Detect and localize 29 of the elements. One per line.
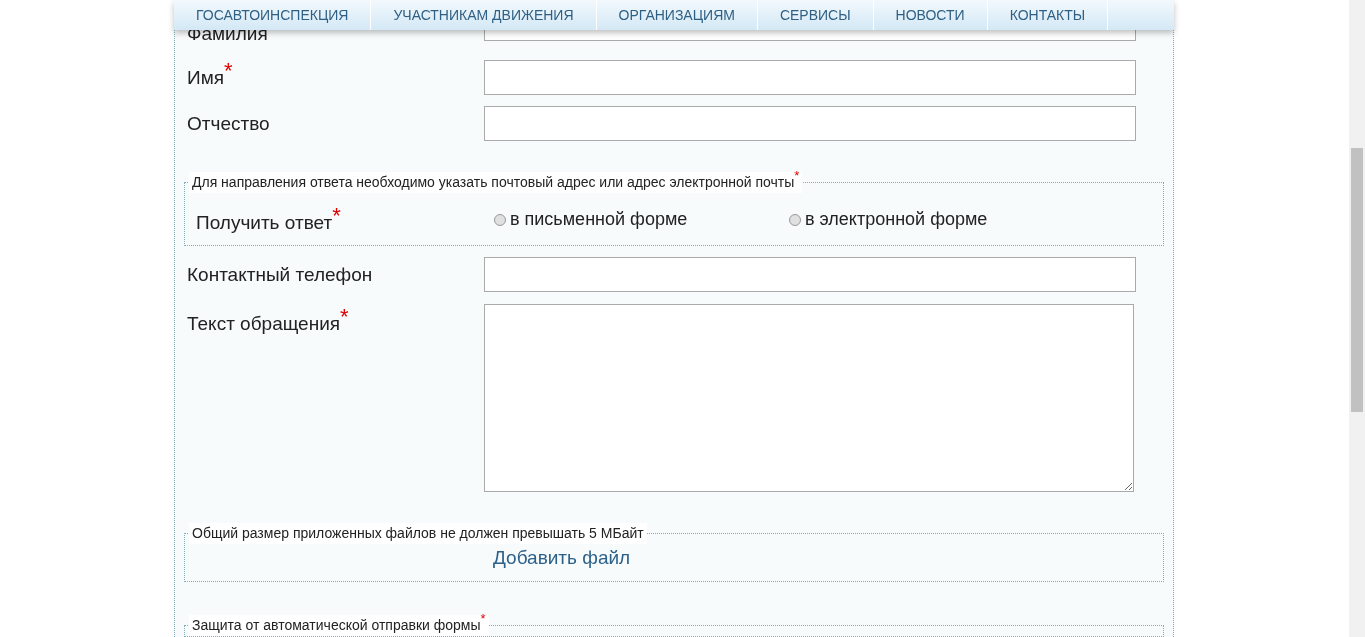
field-label: Имя [187, 66, 224, 88]
nav-item[interactable]: УЧАСТНИКАМ ДВИЖЕНИЯ [371, 0, 597, 30]
text-field[interactable] [484, 59, 1136, 95]
fieldset-legend: Защита от автоматической отправки формы [192, 616, 481, 633]
nav-item[interactable]: НОВОСТИ [873, 0, 988, 30]
radio-label: в письменной форме [510, 208, 688, 232]
scrollbar-thumb[interactable] [1351, 148, 1363, 412]
nav-item[interactable]: ОРГАНИЗАЦИЯМ [596, 0, 758, 30]
radio-label: в электронной форме [805, 208, 988, 232]
nav-item[interactable]: КОНТАКТЫ [987, 0, 1109, 30]
text-field[interactable] [484, 257, 1136, 292]
nav-item[interactable]: СЕРВИСЫ [757, 0, 874, 30]
required-mark: * [794, 167, 800, 183]
add-file-link[interactable]: Добавить файл [493, 547, 631, 568]
radio-button[interactable] [494, 213, 506, 226]
radio-button[interactable] [789, 213, 801, 226]
fieldset-legend: Общий размер приложенных файлов не должен превышать 5 МБайт [192, 525, 644, 541]
field-label: Отчество [187, 112, 270, 134]
field-label: Текст обращения [187, 313, 341, 334]
field-label: Контактный телефон [187, 264, 373, 285]
required-mark: * [332, 202, 341, 228]
required-mark: * [480, 610, 486, 626]
fieldset-legend: Для направления ответа необходимо указать почтовый адрес или адрес электронной почты [192, 173, 795, 190]
text-field[interactable] [484, 105, 1136, 141]
required-mark: * [340, 304, 349, 329]
scrollbar[interactable] [1349, 0, 1365, 637]
field-label: Получить ответ [196, 211, 333, 233]
required-mark: * [224, 57, 233, 83]
nav-item[interactable]: ГОСАВТОИНСПЕКЦИЯ [174, 0, 372, 30]
